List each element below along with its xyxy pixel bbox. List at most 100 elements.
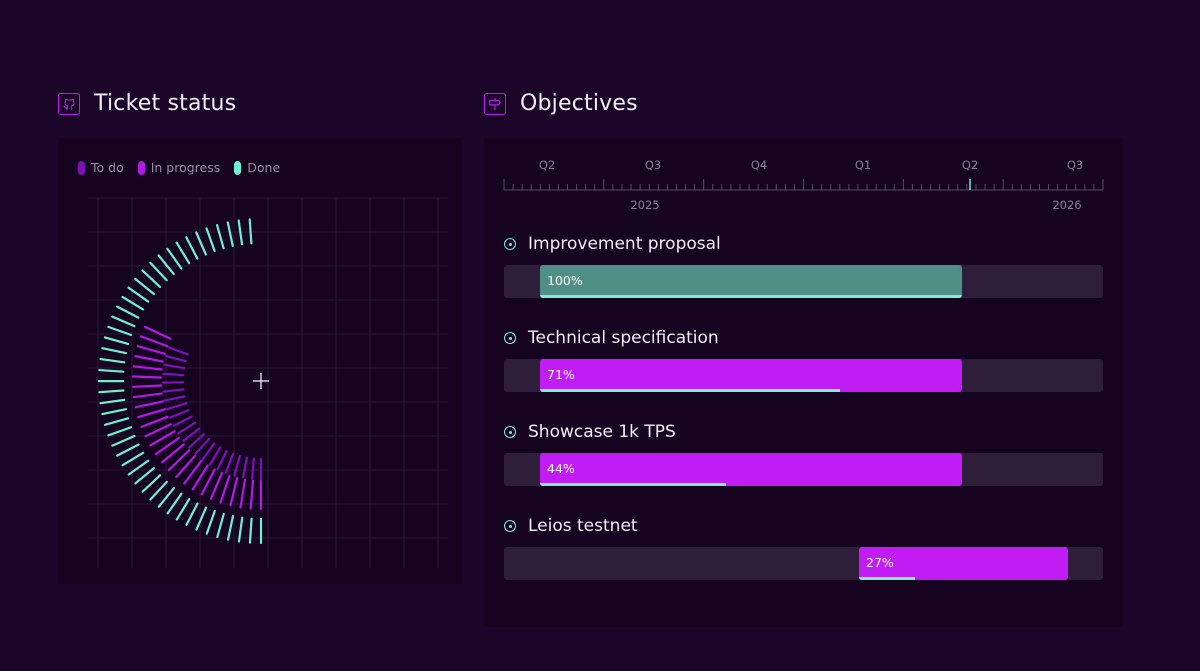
in-progress-ring-mark xyxy=(239,478,247,509)
done-ring-mark xyxy=(99,357,126,364)
done-ring-mark xyxy=(116,443,140,457)
timeline-quarter-label: Q4 xyxy=(750,158,768,172)
objective-heading: Technical specification xyxy=(504,327,1103,349)
objectives-panel: Q2 Q3 Q4 Q1 Q2 Q3 2025 2026 Improvement … xyxy=(484,138,1123,627)
timeline-ruler xyxy=(503,179,1104,191)
done-ring-mark xyxy=(141,269,162,289)
legend-item-todo[interactable]: To do xyxy=(78,160,124,175)
in-progress-ring-mark xyxy=(132,392,163,399)
todo-ring-mark xyxy=(250,457,255,480)
ticket-status-header: Ticket status xyxy=(58,91,236,116)
objective-technical-specification[interactable]: Technical specification 71% xyxy=(504,327,1103,392)
target-icon xyxy=(504,426,516,438)
done-ring-mark xyxy=(216,512,225,539)
done-ring-mark xyxy=(226,515,235,541)
timeline-quarter-label: Q2 xyxy=(538,158,556,172)
objective-heading: Leios testnet xyxy=(504,515,1103,537)
github-icon xyxy=(58,92,80,115)
legend-swatch-todo xyxy=(78,160,85,175)
objective-track: 27% xyxy=(504,547,1103,580)
objective-title: Leios testnet xyxy=(528,516,638,536)
done-ring-mark xyxy=(195,506,208,531)
done-ring-mark xyxy=(205,509,216,535)
done-ring-mark xyxy=(248,218,253,245)
done-ring-mark xyxy=(248,517,253,544)
timeline-quarter-label: Q2 xyxy=(961,158,979,172)
objective-percent: 27% xyxy=(866,555,894,570)
todo-ring-mark xyxy=(162,388,185,393)
done-ring-mark xyxy=(134,277,155,296)
in-progress-ring-mark xyxy=(209,471,224,500)
done-ring-mark xyxy=(98,389,125,394)
chart-grid xyxy=(88,197,448,568)
objective-progress-line xyxy=(859,577,916,580)
todo-ring-mark xyxy=(201,442,216,461)
done-ring-mark xyxy=(166,247,183,270)
target-icon xyxy=(504,238,516,250)
objective-percent: 100% xyxy=(547,273,583,288)
todo-ring-mark xyxy=(166,402,188,411)
objective-bar[interactable]: 100% xyxy=(540,265,962,298)
timeline-year-label: 2025 xyxy=(630,198,660,212)
ticket-status-radial-chart xyxy=(88,197,448,568)
in-progress-ring-mark xyxy=(132,384,163,388)
done-ring-mark xyxy=(111,434,136,447)
in-progress-ring-mark xyxy=(131,375,163,379)
timeline-quarter-label: Q3 xyxy=(644,158,662,172)
todo-ring-mark xyxy=(168,408,190,419)
in-progress-ring-mark xyxy=(140,415,169,428)
todo-ring-mark xyxy=(172,415,193,427)
target-icon xyxy=(504,332,516,344)
timeline-quarter-label: Q1 xyxy=(854,158,872,172)
objective-progress-line xyxy=(540,483,726,486)
done-ring-mark xyxy=(98,368,125,373)
done-ring-mark xyxy=(115,305,140,319)
done-ring-mark xyxy=(149,480,168,501)
done-ring-mark xyxy=(107,426,133,437)
in-progress-ring-mark xyxy=(143,325,172,340)
done-ring-mark xyxy=(127,286,150,303)
objective-title: Technical specification xyxy=(528,328,719,348)
legend-label: Done xyxy=(247,160,281,175)
objective-bar[interactable]: 44% xyxy=(540,453,962,486)
done-ring-mark xyxy=(101,347,127,355)
in-progress-ring-mark xyxy=(139,335,169,348)
done-ring xyxy=(97,218,263,545)
done-ring-mark xyxy=(226,221,234,248)
objective-showcase-1k-tps[interactable]: Showcase 1k TPS 44% xyxy=(504,421,1103,486)
todo-ring-mark xyxy=(242,456,248,479)
signpost-icon xyxy=(484,92,506,115)
ticket-status-legend: To do In progress Done xyxy=(78,160,280,175)
objective-track: 71% xyxy=(504,359,1103,392)
done-ring-mark xyxy=(215,223,225,250)
objective-title: Improvement proposal xyxy=(528,234,721,254)
objective-leios-testnet[interactable]: Leios testnet 27% xyxy=(504,515,1103,580)
todo-ring-mark xyxy=(162,372,185,377)
todo-ring-mark xyxy=(182,427,201,442)
done-ring-mark xyxy=(185,502,199,526)
todo-ring-mark xyxy=(216,449,228,471)
todo-ring-mark xyxy=(177,421,197,435)
done-ring-mark xyxy=(121,295,145,311)
legend-item-in-progress[interactable]: In progress xyxy=(137,160,220,175)
objective-title: Showcase 1k TPS xyxy=(528,422,676,442)
done-ring-mark xyxy=(175,241,191,265)
todo-ring-mark xyxy=(163,395,186,402)
objective-bar[interactable]: 27% xyxy=(859,547,1068,580)
objectives-title: Objectives xyxy=(520,91,638,116)
in-progress-ring-mark xyxy=(136,345,166,355)
objective-percent: 44% xyxy=(547,461,575,476)
objective-bar[interactable]: 71% xyxy=(540,359,962,392)
done-ring-mark xyxy=(175,497,191,521)
done-ring-mark xyxy=(149,261,168,282)
objective-track: 100% xyxy=(504,265,1103,298)
ticket-status-panel: To do In progress Done xyxy=(58,138,462,584)
timeline-quarter-label: Q3 xyxy=(1066,158,1084,172)
legend-item-done[interactable]: Done xyxy=(234,160,280,175)
objective-percent: 71% xyxy=(547,367,575,382)
objective-heading: Showcase 1k TPS xyxy=(504,421,1103,443)
todo-ring xyxy=(161,346,263,481)
todo-ring-mark xyxy=(165,354,187,363)
done-ring-mark xyxy=(185,236,199,260)
objective-improvement-proposal[interactable]: Improvement proposal 100% xyxy=(504,233,1103,298)
